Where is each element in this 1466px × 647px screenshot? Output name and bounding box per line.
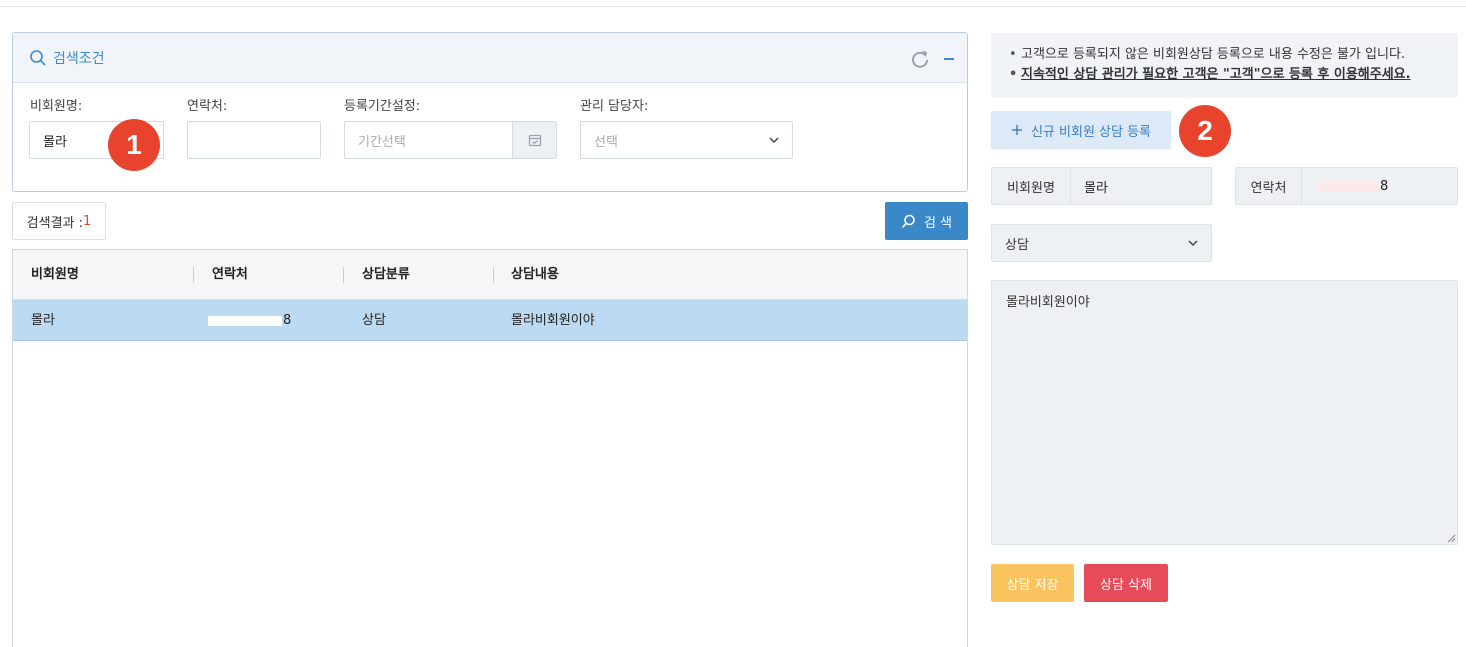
- column-header-name[interactable]: 비회원명: [31, 250, 79, 300]
- calendar-button[interactable]: [512, 122, 556, 158]
- delete-consult-button-label: 상담 삭제: [1100, 577, 1152, 593]
- result-count-value: 1: [83, 213, 92, 229]
- column-separator[interactable]: [193, 267, 194, 283]
- top-divider: [0, 6, 1466, 7]
- chevron-down-icon: [1188, 240, 1198, 247]
- period-input-placeholder: 기간선택: [358, 134, 406, 150]
- search-panel: 검색조건 비회원명: 몰라 연락처: 등록기간설정: 기간선택 관리 담당자: …: [12, 32, 968, 192]
- detail-contact-suffix: 8: [1380, 178, 1389, 194]
- notice-line-1: 고객으로 등록되지 않은 비회원상담 등록으로 내용 수정은 불가 입니다.: [1009, 45, 1458, 65]
- search-button-label: 검 색: [923, 215, 953, 231]
- manager-select-value: 선택: [594, 134, 618, 150]
- detail-contact-label: 연락처: [1236, 168, 1302, 204]
- detail-name-label: 비회원명: [992, 168, 1071, 204]
- notice-line-2: 지속적인 상담 관리가 필요한 고객은 "고객"으로 등록 후 이용해주세요.: [1009, 65, 1458, 85]
- detail-contact-value: 8: [1302, 168, 1457, 204]
- detail-name-value: 몰라: [1084, 180, 1108, 196]
- manager-label: 관리 담당자:: [580, 99, 649, 114]
- search-icon: [30, 50, 46, 66]
- results-grid: 비회원명 연락처 상담분류 상담내용 몰라 8 상담 몰라비회원이야: [12, 249, 968, 647]
- search-icon: [901, 214, 915, 228]
- new-consult-button[interactable]: 신규 비회원 상담 등록: [991, 111, 1171, 149]
- column-header-content[interactable]: 상담내용: [511, 250, 559, 300]
- resize-grip-icon[interactable]: [1446, 533, 1456, 543]
- category-select[interactable]: 상담: [991, 224, 1212, 262]
- column-header-contact[interactable]: 연락처: [212, 250, 248, 300]
- delete-consult-button[interactable]: 상담 삭제: [1084, 564, 1168, 602]
- table-row[interactable]: 몰라 8 상담 몰라비회원이야: [13, 300, 967, 341]
- calendar-icon: [528, 134, 541, 147]
- step-marker-1: 1: [108, 119, 160, 171]
- column-separator[interactable]: [493, 267, 494, 283]
- period-input[interactable]: 기간선택: [344, 121, 557, 159]
- result-count: 검색결과 : 1: [12, 202, 106, 240]
- redacted-contact: [1315, 180, 1379, 192]
- consult-memo-textarea[interactable]: 몰라비회원이야: [991, 280, 1458, 545]
- refresh-icon[interactable]: [910, 49, 930, 69]
- period-label: 등록기간설정:: [344, 99, 421, 114]
- search-button[interactable]: 검 색: [885, 202, 968, 240]
- search-panel-title: 검색조건: [29, 48, 105, 68]
- row-contact-suffix: 8: [283, 313, 292, 328]
- consult-memo-text: 몰라비회원이야: [1006, 295, 1090, 310]
- detail-name-field: 비회원명 몰라: [991, 167, 1212, 205]
- notice-box: 고객으로 등록되지 않은 비회원상담 등록으로 내용 수정은 불가 입니다. 지…: [991, 33, 1458, 98]
- redacted-contact: [208, 315, 282, 326]
- name-label: 비회원명:: [30, 99, 83, 114]
- result-count-label: 검색결과 :: [26, 215, 84, 231]
- row-contact: 8: [208, 300, 291, 341]
- chevron-down-icon: [769, 137, 779, 144]
- minimize-icon[interactable]: [942, 49, 956, 69]
- contact-label: 연락처:: [187, 99, 228, 114]
- row-name: 몰라: [31, 313, 55, 328]
- search-panel-header: 검색조건: [13, 33, 967, 83]
- save-consult-button-label: 상담 저장: [1006, 577, 1059, 593]
- search-panel-title-text: 검색조건: [53, 51, 105, 67]
- column-separator[interactable]: [343, 267, 344, 283]
- save-consult-button[interactable]: 상담 저장: [991, 564, 1074, 602]
- plus-icon: [1011, 125, 1022, 135]
- name-input-value: 몰라: [43, 134, 67, 150]
- contact-input[interactable]: [187, 121, 321, 159]
- row-content: 몰라비회원이야: [511, 313, 595, 328]
- new-consult-button-label: 신규 비회원 상담 등록: [1030, 124, 1152, 140]
- grid-header: 비회원명 연락처 상담분류 상담내용: [13, 250, 967, 300]
- manager-select[interactable]: 선택: [580, 121, 793, 159]
- row-category: 상담: [362, 313, 386, 328]
- step-marker-2: 2: [1179, 105, 1231, 157]
- category-select-value: 상담: [1005, 237, 1029, 253]
- detail-contact-field: 연락처 8: [1235, 167, 1458, 205]
- column-header-category[interactable]: 상담분류: [362, 250, 410, 300]
